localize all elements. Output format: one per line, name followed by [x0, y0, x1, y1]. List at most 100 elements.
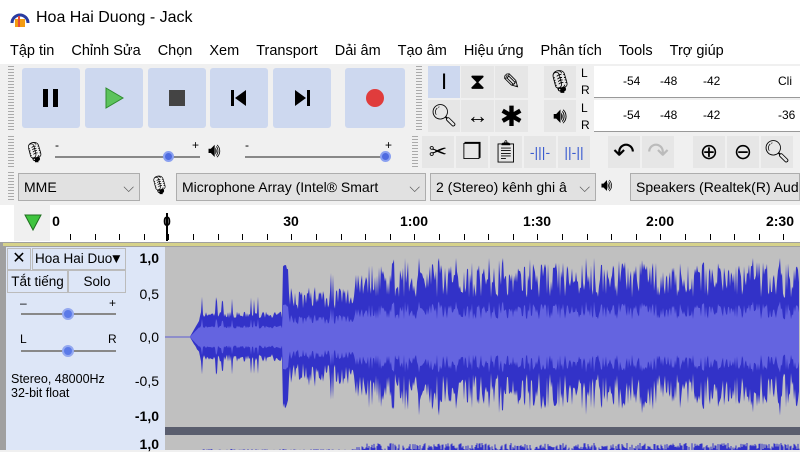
audio-host-dropdown[interactable]: MME ⌵: [18, 173, 140, 201]
skip-to-end-button[interactable]: [273, 68, 331, 128]
trim-audio-icon: -|||-: [529, 144, 551, 160]
track-focus-border: [3, 243, 800, 246]
play-head-button[interactable]: [14, 205, 50, 241]
envelope-tool-button[interactable]: ⧗: [461, 66, 494, 98]
multi-tool-button[interactable]: ✱: [495, 100, 528, 132]
audio-host-value: MME: [24, 179, 57, 195]
channels-dropdown[interactable]: 2 (Stereo) kênh ghi â ⌵: [430, 173, 596, 201]
redo-icon: ↷: [647, 136, 669, 167]
stop-icon: [169, 90, 185, 106]
speaker-icon: 🔊︎: [601, 175, 613, 195]
toolbar-grip[interactable]: [8, 172, 14, 202]
toolbar-grip[interactable]: [8, 136, 14, 168]
selection-tool-button[interactable]: I: [428, 66, 460, 98]
pause-icon: [43, 89, 58, 107]
menu-item[interactable]: Dải âm: [335, 38, 381, 64]
timeline-tick-label: 2:00: [645, 213, 675, 229]
meter-scale-label: -42: [703, 108, 721, 122]
output-device-dropdown[interactable]: Speakers (Realtek(R) Audi: [630, 173, 800, 201]
pan-slider-thumb[interactable]: [62, 345, 74, 357]
menu-item[interactable]: Xem: [209, 38, 239, 64]
menu-item[interactable]: Trợ giúp: [670, 38, 724, 64]
slider-max-label: +: [385, 138, 393, 152]
timeline-tick: [537, 234, 539, 240]
timeline-tick: [783, 234, 785, 240]
stop-button[interactable]: [148, 68, 206, 128]
track-control-panel: ✕ Hoa Hai Duo ▼ Tắt tiếng Solo – + L R St…: [6, 247, 127, 450]
record-volume-thumb[interactable]: [163, 151, 174, 162]
waveform[interactable]: [165, 247, 800, 450]
zoom-tool-button[interactable]: 🔍︎: [428, 100, 460, 132]
input-device-dropdown[interactable]: Microphone Array (Intel® Smart ⌵: [176, 173, 426, 201]
ruler-label: -0,5: [134, 373, 159, 389]
timeline-tick: [734, 234, 736, 240]
timeline-tick: [242, 234, 244, 240]
slider-max-label: +: [192, 138, 200, 152]
ruler-label: 0,0: [139, 329, 159, 345]
scissors-icon: ✂: [428, 139, 448, 164]
ruler-label: -1,0: [134, 408, 159, 424]
timeline-tick: [439, 234, 440, 240]
timeline-tick: [70, 234, 71, 240]
pause-button[interactable]: [22, 68, 80, 128]
zoom-in-button[interactable]: ⊕: [693, 136, 725, 168]
toolbar-grip[interactable]: [8, 66, 14, 130]
timeline-tick: [488, 234, 490, 240]
copy-button[interactable]: ❐: [456, 136, 488, 168]
menu-item[interactable]: Tập tin: [10, 38, 54, 64]
undo-icon: ↶: [613, 136, 635, 167]
menu-item[interactable]: Hiệu ứng: [464, 38, 524, 64]
record-button[interactable]: [345, 68, 405, 128]
close-track-button[interactable]: ✕: [7, 248, 31, 270]
playback-volume-thumb[interactable]: [380, 151, 391, 162]
timeline-tick: [365, 234, 367, 240]
toolbar-grip[interactable]: [412, 136, 418, 168]
mute-button[interactable]: Tắt tiếng: [7, 270, 68, 293]
zoom-out-button[interactable]: ⊖: [727, 136, 759, 168]
playback-cursor: [166, 213, 168, 241]
paste-button[interactable]: 📋︎: [490, 136, 522, 168]
envelope-icon: ⧗: [469, 69, 486, 94]
window-title: Hoa Hai Duong - Jack: [36, 9, 193, 26]
cut-button[interactable]: ✂: [422, 136, 454, 168]
solo-button[interactable]: Solo: [68, 270, 126, 293]
menu-item[interactable]: Transport: [256, 38, 318, 64]
track-name-menu[interactable]: Hoa Hai Duo ▼: [32, 248, 126, 270]
timeline-tick: [414, 234, 416, 240]
menu-item[interactable]: Chỉnh Sửa: [71, 38, 140, 64]
track-sample-format: 32-bit float: [11, 386, 70, 400]
playback-meter-button[interactable]: 🔊︎: [544, 100, 576, 132]
double-arrow-icon: ↔: [466, 103, 489, 128]
menu-item[interactable]: Tạo âm: [398, 38, 447, 64]
gain-slider-thumb[interactable]: [62, 308, 74, 320]
timeline-tick: [463, 234, 465, 240]
menu-item[interactable]: Chọn: [158, 38, 193, 64]
record-meter-button[interactable]: 🎙︎: [544, 66, 576, 98]
menu-item[interactable]: Phân tích: [541, 38, 602, 64]
microphone-icon: 🎙︎: [22, 142, 48, 164]
playback-volume-slider[interactable]: [245, 156, 390, 158]
silence-button[interactable]: ||-||: [558, 136, 590, 168]
ruler-label: 1,0: [139, 250, 159, 266]
play-icon: [105, 87, 124, 109]
draw-tool-button[interactable]: ✎: [495, 66, 528, 98]
zoom-fit-icon: 🔍︎: [763, 139, 791, 164]
record-volume-slider[interactable]: [55, 156, 200, 158]
pan-right-label: R: [108, 332, 117, 346]
timeline-tick: [119, 234, 121, 240]
timeline-tick: [512, 234, 514, 240]
speaker-icon: 🔊︎: [208, 140, 221, 162]
time-shift-tool-button[interactable]: ↔: [461, 100, 494, 132]
input-device-value: Microphone Array (Intel® Smart: [182, 179, 379, 195]
skip-to-start-button[interactable]: [210, 68, 268, 128]
menu-item[interactable]: Tools: [619, 38, 653, 64]
track-format: Stereo, 48000Hz: [11, 372, 105, 386]
toolbar-grip[interactable]: [416, 66, 422, 130]
channel-label: L: [581, 101, 588, 115]
fit-selection-button[interactable]: 🔍︎: [761, 136, 793, 168]
undo-button[interactable]: ↶: [608, 136, 640, 168]
play-button[interactable]: [85, 68, 143, 128]
skip-to-end-icon: [295, 90, 310, 106]
timeline-tick-label: 1:00: [399, 213, 429, 229]
trim-button[interactable]: -|||-: [524, 136, 556, 168]
